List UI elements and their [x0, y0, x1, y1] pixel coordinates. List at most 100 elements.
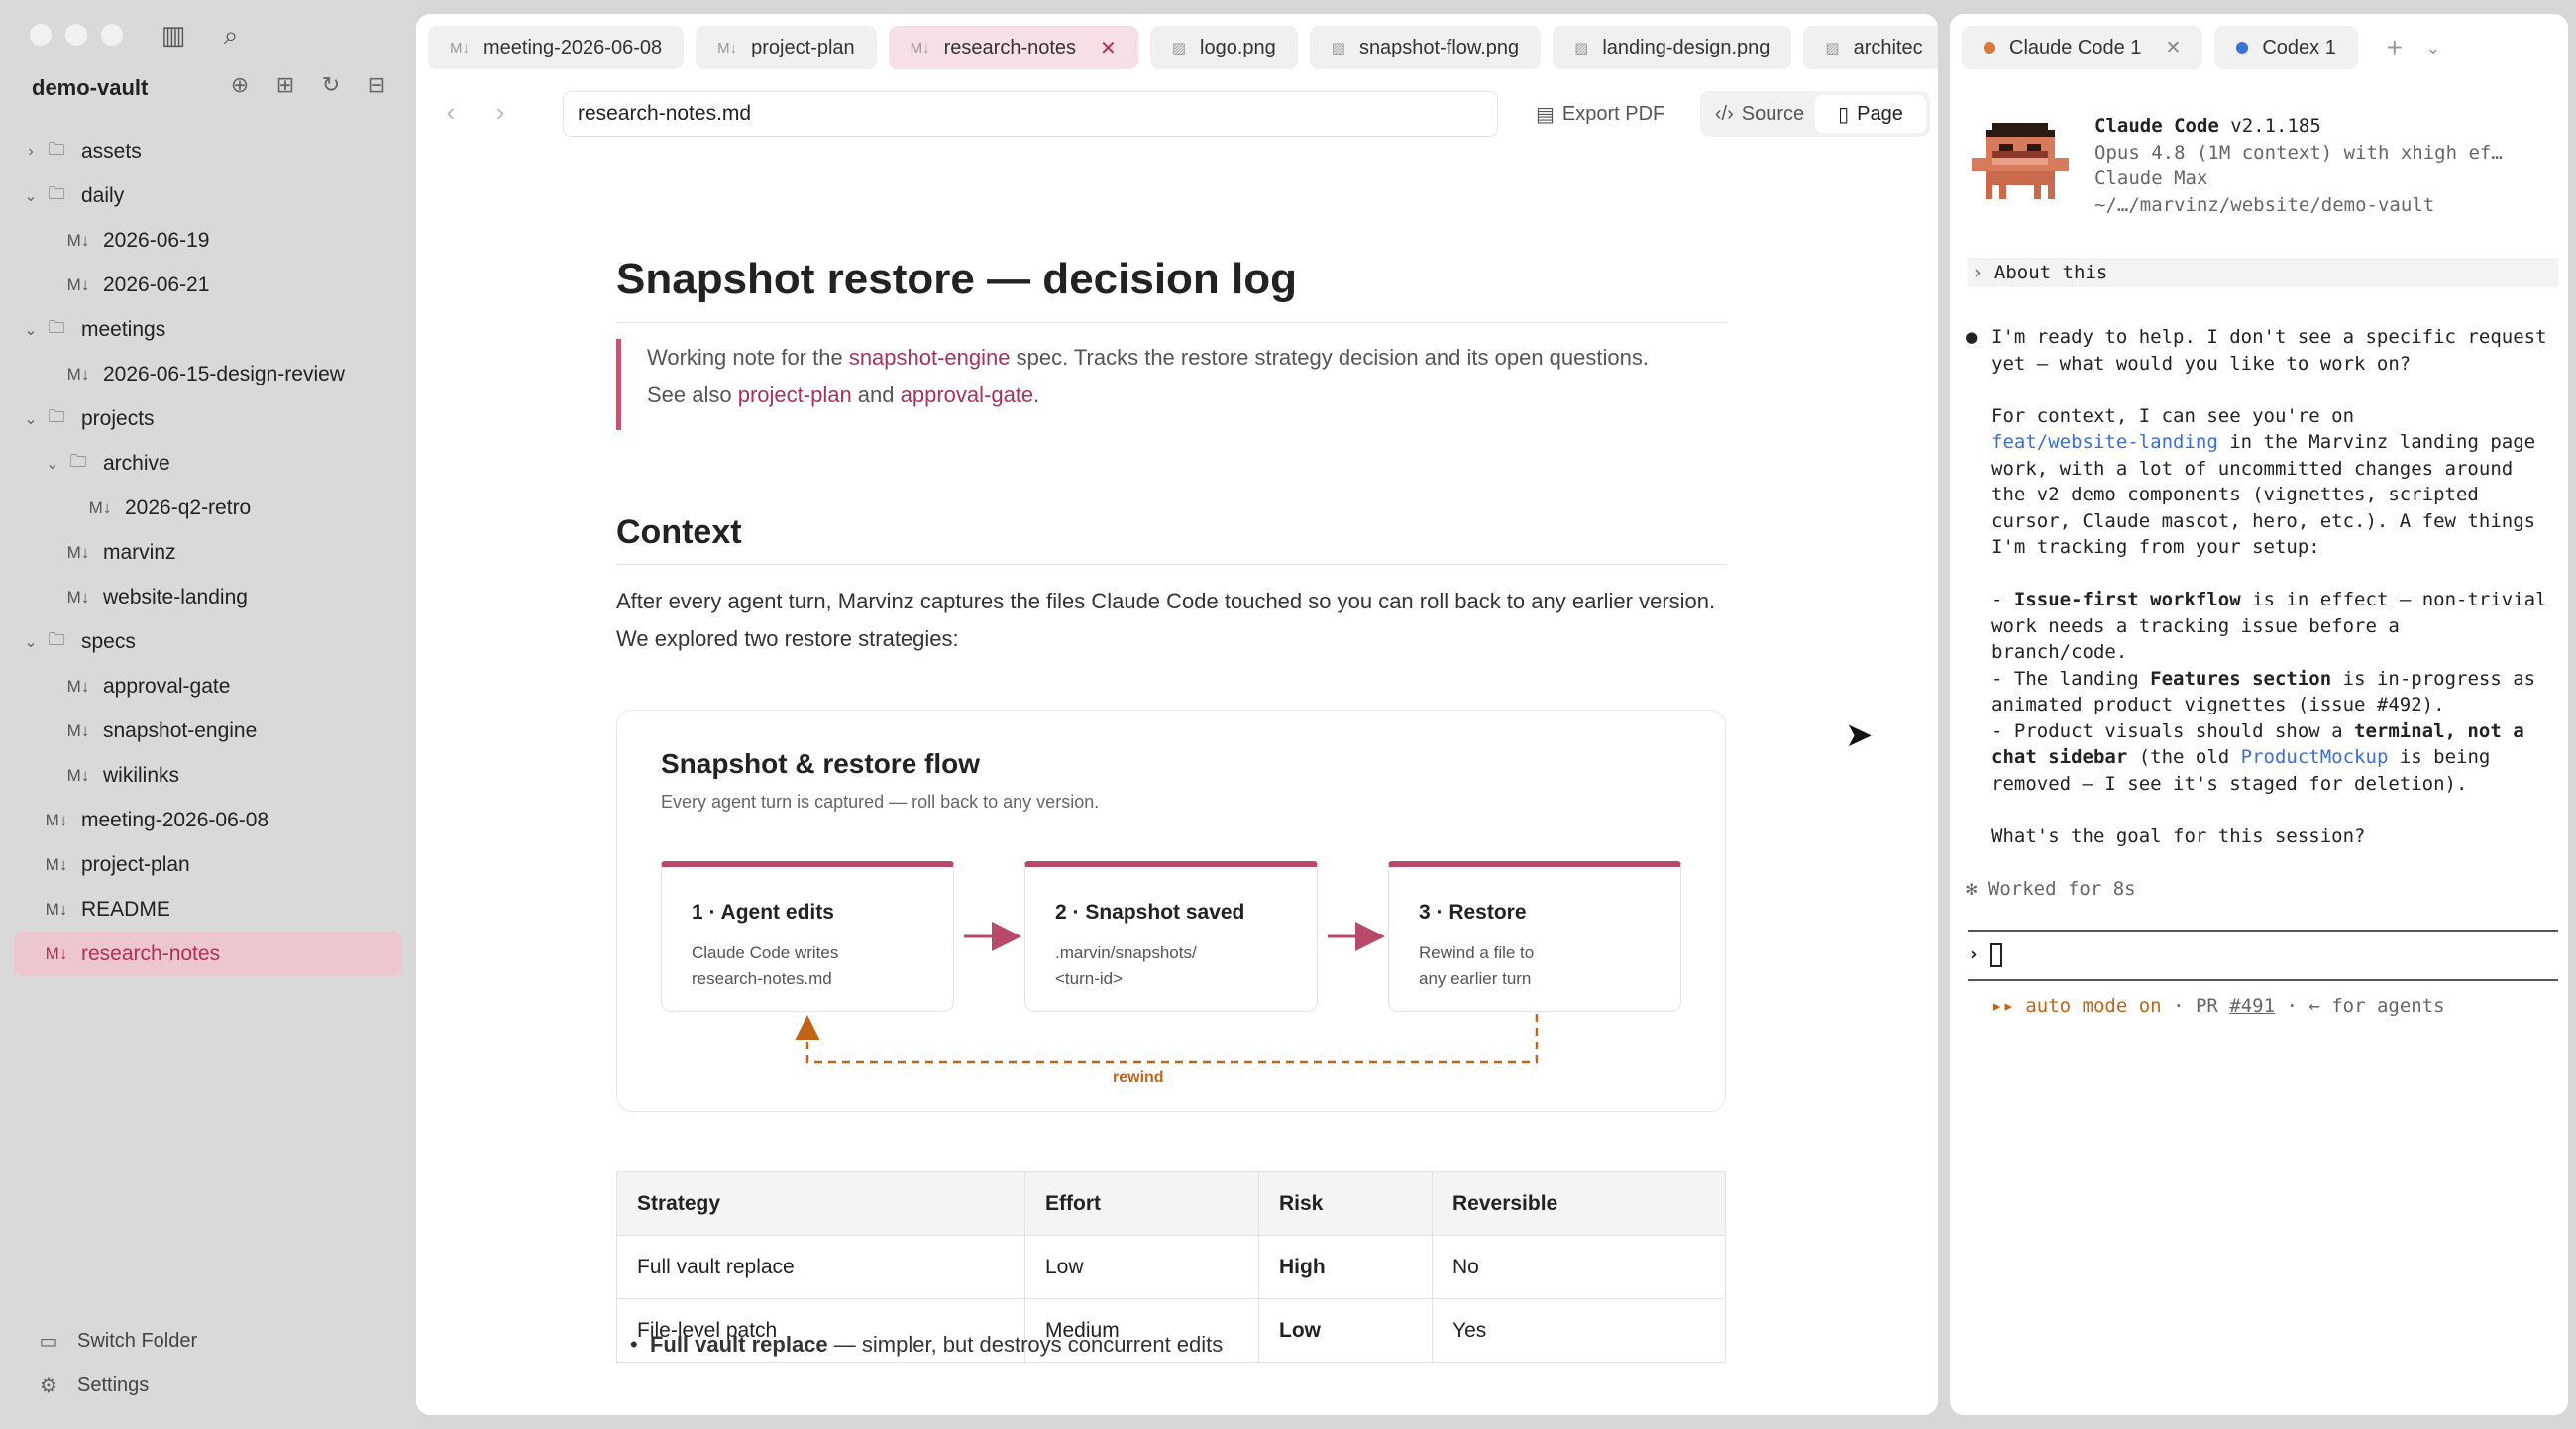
app-version: v2.1.185: [2218, 115, 2321, 137]
settings-button[interactable]: ⚙ Settings: [36, 1366, 333, 1405]
chevron-down-icon[interactable]: ⌄: [2421, 38, 2445, 58]
terminal-tab-label: Claude Code 1: [2009, 36, 2142, 58]
message-text: is being: [2388, 746, 2491, 768]
file-path-field[interactable]: research-notes.md: [563, 91, 1498, 137]
tree-file-website-landing[interactable]: M↓ website-landing: [14, 575, 402, 619]
snapshot-engine-link[interactable]: snapshot-engine: [849, 345, 1011, 370]
claude-mascot-icon: [1972, 123, 2069, 199]
new-note-icon[interactable]: ⊕: [226, 71, 254, 99]
tree-file-marvinz[interactable]: M↓ marvinz: [14, 530, 402, 575]
tab-snapshot-flow.png[interactable]: ▨ snapshot-flow.png: [1309, 26, 1542, 69]
forward-arrow-icon[interactable]: ›: [485, 97, 515, 127]
tree-file-2026-06-15-design-review[interactable]: M↓ 2026-06-15-design-review: [14, 352, 402, 396]
add-terminal-icon[interactable]: +: [2380, 32, 2410, 63]
tree-file-approval-gate[interactable]: M↓ approval-gate: [14, 664, 402, 709]
auto-mode-label: auto mode on: [2025, 995, 2162, 1017]
productmockup-link[interactable]: ProductMockup: [2241, 746, 2389, 768]
tree-file-2026-06-19[interactable]: M↓ 2026-06-19: [14, 218, 402, 263]
window-controls: [30, 24, 123, 46]
terminal-tab-Claude Code 1[interactable]: Claude Code 1 ✕: [1962, 26, 2203, 69]
chevron-down-icon[interactable]: ⌄: [20, 186, 42, 206]
tree-file-2026-q2-retro[interactable]: M↓ 2026-q2-retro: [14, 486, 402, 530]
tab-label: meeting-2026-06-08: [483, 36, 663, 58]
refresh-icon[interactable]: ↻: [317, 71, 345, 99]
snapshot-flow-diagram: Snapshot & restore flow Every agent turn…: [616, 710, 1726, 1112]
message-bold: Features section: [2150, 667, 2332, 690]
status-text: · ← for agents: [2275, 995, 2445, 1017]
markdown-icon: M↓: [66, 587, 90, 606]
minimize-window-button[interactable]: [65, 24, 87, 46]
tree-file-meeting-2026-06-08[interactable]: M↓ meeting-2026-06-08: [14, 798, 402, 842]
tab-landing-design.png[interactable]: ▨ landing-design.png: [1553, 26, 1792, 69]
image-icon: ▨: [1574, 40, 1589, 56]
export-pdf-button[interactable]: ▤ Export PDF: [1536, 91, 1664, 137]
chevron-down-icon[interactable]: ⌄: [42, 454, 63, 474]
tree-file-research-notes[interactable]: M↓ research-notes: [14, 932, 402, 976]
tree-file-2026-06-21[interactable]: M↓ 2026-06-21: [14, 263, 402, 307]
close-window-button[interactable]: [30, 24, 52, 46]
tab-architec[interactable]: ▨ architec: [1803, 26, 1938, 69]
page-title: Snapshot restore — decision log: [616, 252, 1726, 323]
callout-text: .: [1033, 383, 1040, 407]
pr-link[interactable]: #491: [2229, 995, 2275, 1017]
tree-file-wikilinks[interactable]: M↓ wikilinks: [14, 753, 402, 798]
tree-folder-daily[interactable]: ⌄ 🗀 daily: [14, 173, 402, 218]
message-bullet-icon: ●: [1966, 326, 1978, 348]
tree-label: daily: [81, 183, 125, 207]
new-folder-icon[interactable]: ⊞: [271, 71, 299, 99]
terminal-tab-Codex 1[interactable]: Codex 1: [2214, 26, 2358, 69]
tree-file-README[interactable]: M↓ README: [14, 887, 402, 932]
tree-folder-assets[interactable]: › 🗀 assets: [14, 129, 402, 173]
tab-project-plan[interactable]: M↓ project-plan: [696, 26, 877, 69]
vault-name: demo-vault: [32, 75, 149, 100]
search-icon[interactable]: ⌕: [216, 20, 246, 50]
chevron-down-icon[interactable]: ⌄: [20, 320, 42, 340]
tab-logo.png[interactable]: ▨ logo.png: [1149, 26, 1298, 69]
message-text: is in-progress as: [2331, 667, 2536, 690]
markdown-icon: M↓: [66, 542, 90, 562]
message-bold: terminal, not a: [2354, 719, 2524, 742]
tree-file-snapshot-engine[interactable]: M↓ snapshot-engine: [14, 709, 402, 753]
close-icon[interactable]: ✕: [2165, 37, 2181, 59]
bullet-item: • Full vault replace — simpler, but dest…: [630, 1332, 1224, 1357]
chevron-down-icon[interactable]: ⌄: [20, 632, 42, 652]
message-line: branch/code.: [1991, 641, 2128, 663]
tree-label: 2026-06-19: [103, 228, 210, 252]
branch-link[interactable]: feat/website-landing: [1991, 431, 2218, 453]
switch-folder-button[interactable]: ▭ Switch Folder: [36, 1321, 333, 1361]
tab-label: project-plan: [751, 36, 855, 58]
message-line: For context, I can see you're on: [1991, 404, 2355, 427]
message-line: removed — I see it's staged for deletion…: [1991, 772, 2468, 795]
back-arrow-icon[interactable]: ‹: [436, 97, 466, 127]
project-plan-link[interactable]: project-plan: [738, 383, 852, 407]
tree-folder-projects[interactable]: ⌄ 🗀 projects: [14, 396, 402, 441]
zoom-window-button[interactable]: [101, 24, 123, 46]
context-paragraph: After every agent turn, Marvinz captures…: [616, 589, 1716, 651]
tab-meeting-2026-06-08[interactable]: M↓ meeting-2026-06-08: [428, 26, 685, 69]
close-icon[interactable]: ✕: [1100, 36, 1117, 60]
chevron-right-icon[interactable]: ›: [20, 143, 42, 161]
message-line: - The landing Features section is in-pro…: [1991, 666, 2535, 693]
tab-research-notes[interactable]: M↓ research-notes ✕: [888, 26, 1138, 69]
message-line: I'm tracking from your setup:: [1991, 536, 2320, 558]
table-header-row: Strategy Effort Risk Reversible: [616, 1171, 1726, 1236]
markdown-icon: M↓: [66, 765, 90, 785]
source-mode-button[interactable]: ‹/› Source: [1704, 95, 1815, 133]
page-mode-button[interactable]: ▯ Page: [1815, 95, 1926, 133]
message-text: (the old: [2127, 746, 2241, 768]
tree-folder-specs[interactable]: ⌄ 🗀 specs: [14, 619, 402, 664]
tree-file-project-plan[interactable]: M↓ project-plan: [14, 842, 402, 887]
chevron-right-icon: ›: [1972, 262, 1984, 283]
collapse-all-icon[interactable]: ⊟: [363, 71, 390, 99]
approval-gate-link[interactable]: approval-gate: [901, 383, 1034, 407]
sidebar-toggle-icon[interactable]: ▥: [159, 20, 188, 50]
about-this-toggle[interactable]: › About this: [1968, 258, 2558, 287]
tree-folder-meetings[interactable]: ⌄ 🗀 meetings: [14, 307, 402, 352]
tree-folder-archive[interactable]: ⌄ 🗀 archive: [14, 441, 402, 486]
chevron-down-icon[interactable]: ⌄: [20, 409, 42, 429]
prompt-input[interactable]: ›: [1968, 941, 2002, 968]
message-bold: Issue-first workflow: [2013, 589, 2241, 610]
table-cell: No: [1432, 1235, 1726, 1299]
message-line: work needs a tracking issue before a: [1991, 614, 2400, 637]
markdown-icon: M↓: [910, 39, 930, 56]
